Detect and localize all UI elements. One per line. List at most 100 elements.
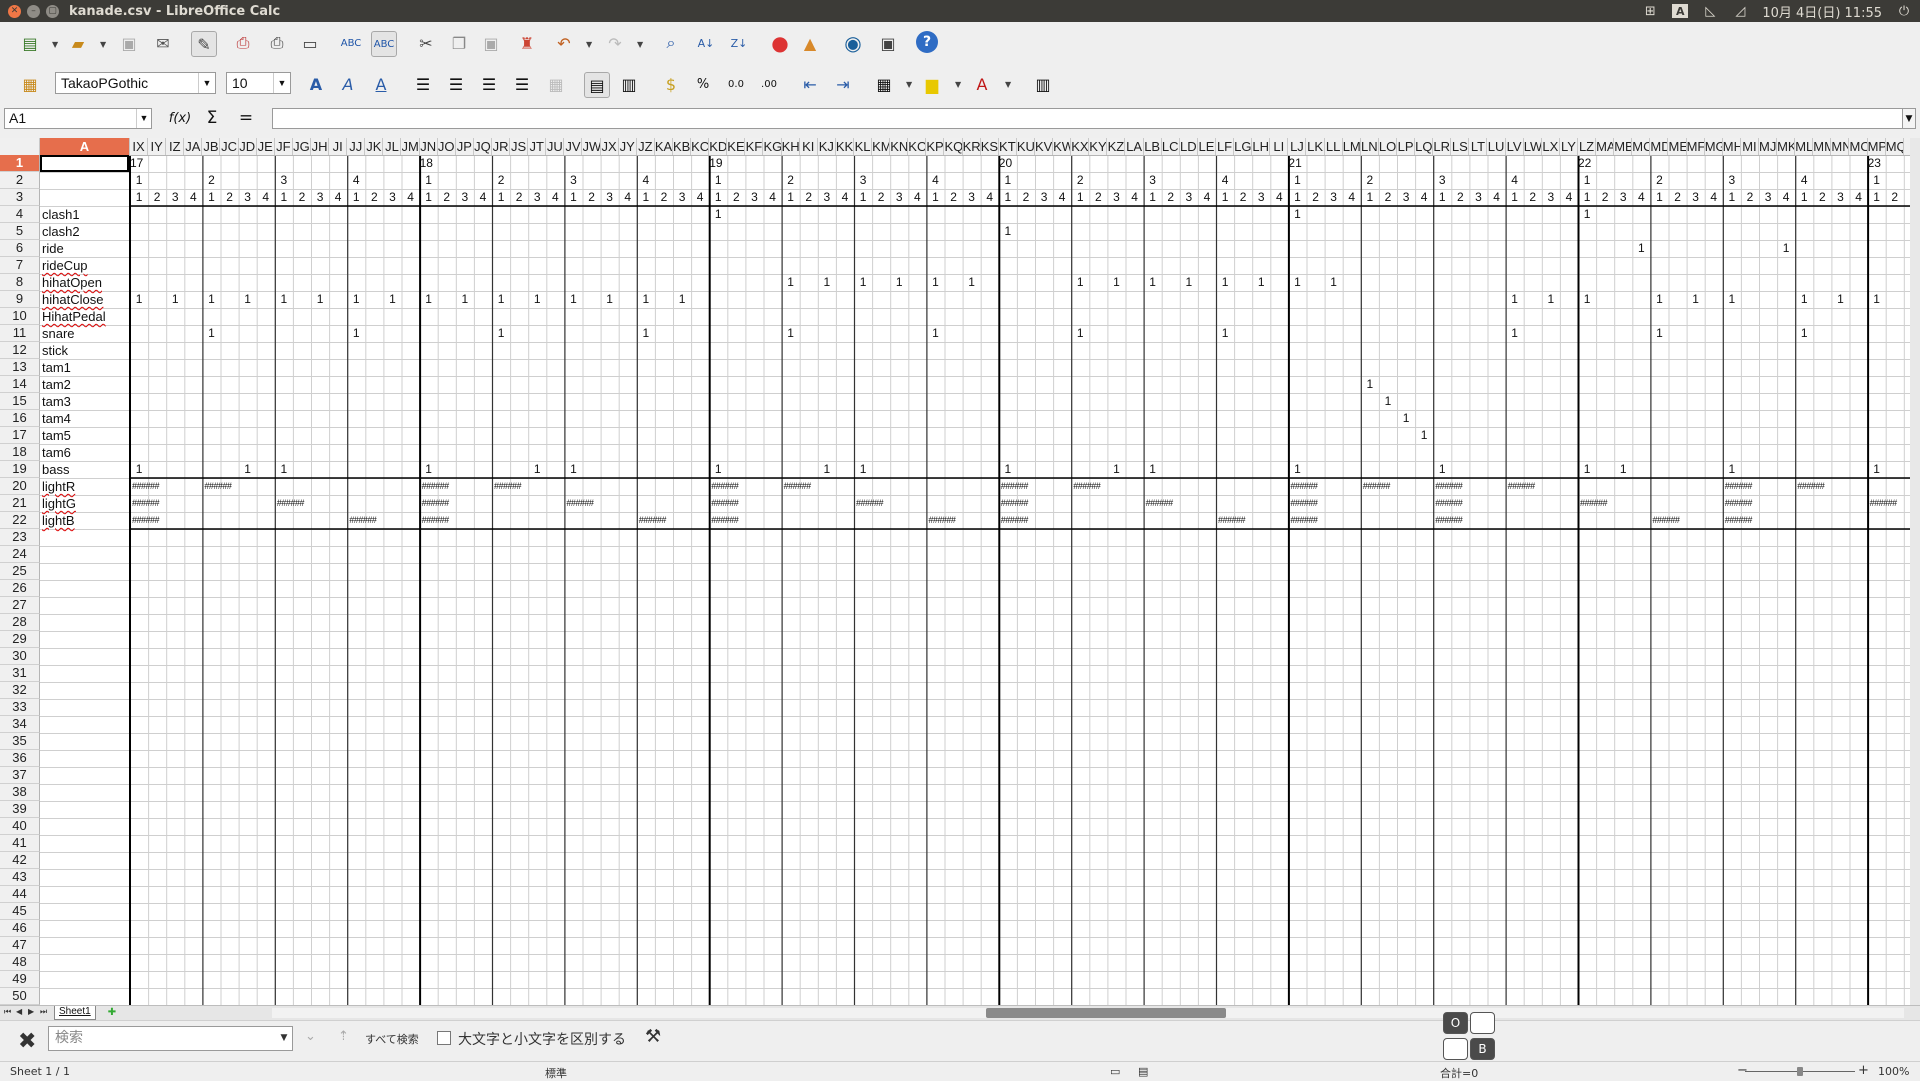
cell-value[interactable]: 17 [130,155,170,172]
open-folder-icon[interactable]: ▰ [66,31,90,55]
cell-value[interactable]: 1 [1379,393,1397,410]
row-header[interactable]: 16 [0,410,40,427]
light-cell-overflow[interactable]: ###### [711,512,739,529]
cell-value[interactable]: 2 [492,172,510,189]
zoom-in-icon[interactable]: + [1858,1063,1869,1078]
copy-icon[interactable]: ❐ [447,31,471,55]
edit-mode-icon[interactable]: ✎ [191,31,217,57]
cell-value[interactable]: 3 [528,189,546,206]
row-header[interactable]: 36 [0,750,40,767]
network-icon[interactable]: ◺ [1702,4,1718,19]
column-header[interactable]: JT [528,138,547,155]
clock[interactable]: 10月 4日(日) 11:55 [1762,2,1882,21]
cell-value[interactable]: 3 [1180,189,1198,206]
row-header[interactable]: 49 [0,971,40,988]
cell-value[interactable]: 1 [926,189,944,206]
column-header[interactable]: LG [1234,138,1253,155]
light-cell-overflow[interactable]: ###### [1797,478,1825,495]
row-header[interactable]: 10 [0,308,40,325]
cell-value[interactable]: 1 [1723,189,1741,206]
cell-value[interactable]: 1 [1288,206,1306,223]
column-header[interactable]: LI [1270,138,1289,155]
cell-value[interactable]: 1 [926,325,944,342]
row-header[interactable]: 20 [0,478,40,495]
row-header[interactable]: 18 [0,444,40,461]
add-sheet-icon[interactable]: ✚ [101,1006,123,1019]
email-icon[interactable]: ✉ [151,31,175,55]
column-header[interactable]: KT [999,138,1017,155]
row-header[interactable]: 21 [0,495,40,512]
cell-value[interactable]: 1 [239,461,257,478]
row-header[interactable]: 38 [0,784,40,801]
styles-icon[interactable]: ▦ [18,72,42,96]
cell-value[interactable]: 1 [1506,325,1524,342]
cell-value[interactable]: 4 [402,189,420,206]
column-header[interactable]: LW [1524,138,1542,155]
cell-value[interactable]: 4 [908,189,926,206]
cell-value[interactable]: 1 [202,189,220,206]
track-label[interactable]: tam1 [42,359,71,376]
row-header[interactable]: 5 [0,223,40,240]
cell-value[interactable]: 1 [1578,461,1596,478]
cell-value[interactable]: 3 [1397,189,1415,206]
row-header[interactable]: 39 [0,801,40,818]
column-header[interactable]: LX [1542,138,1560,155]
light-cell-overflow[interactable]: ###### [639,512,667,529]
column-header[interactable]: JK [365,138,384,155]
track-label[interactable]: clash1 [42,206,80,223]
horizontal-scrollbar[interactable] [272,1008,1904,1018]
light-cell-overflow[interactable]: ###### [422,478,450,495]
cell-value[interactable]: 4 [1343,189,1361,206]
light-cell-overflow[interactable]: ###### [132,512,160,529]
row-header[interactable]: 25 [0,563,40,580]
chevron-down-icon[interactable]: ▼ [136,109,151,128]
open-dropdown-icon[interactable]: ▼ [100,40,106,49]
cell-value[interactable]: 2 [1451,189,1469,206]
cell-value[interactable]: 3 [673,189,691,206]
help-icon[interactable]: ? [916,31,938,53]
track-label[interactable]: lightR [42,478,75,495]
cell-value[interactable]: 2 [221,189,239,206]
o-key[interactable]: O [1443,1012,1468,1034]
zoom-slider-knob[interactable] [1797,1067,1803,1076]
cell-value[interactable]: 2 [1089,189,1107,206]
row-header[interactable]: 48 [0,954,40,971]
cell-value[interactable]: 4 [1632,189,1650,206]
cell-value[interactable]: 1 [311,291,329,308]
cell-value[interactable]: 2 [438,189,456,206]
row-header[interactable]: 19 [0,461,40,478]
cell-value[interactable]: 1 [564,291,582,308]
row-header[interactable]: 7 [0,257,40,274]
background-color-icon[interactable]: ▆ [920,72,944,96]
track-label[interactable]: snare [42,325,75,342]
light-cell-overflow[interactable]: ###### [1508,478,1536,495]
column-header[interactable]: MH [1723,138,1741,155]
cell-value[interactable]: 1 [1071,189,1089,206]
row-header[interactable]: 46 [0,920,40,937]
row-header[interactable]: 50 [0,988,40,1005]
cell-value[interactable]: 1 [1723,461,1741,478]
cell-value[interactable]: 1 [420,172,438,189]
redo-icon[interactable]: ↷ [603,31,627,55]
sum-button[interactable]: Σ [200,108,224,128]
column-header[interactable]: JV [564,138,583,155]
cell-value[interactable]: 1 [854,274,872,291]
cell-value[interactable]: 1 [1868,189,1886,206]
cell-value[interactable]: 2 [1234,189,1252,206]
justify-icon[interactable]: ☰ [510,72,534,96]
cell-value[interactable]: 1 [528,291,546,308]
column-header[interactable]: LY [1560,138,1578,155]
cell-value[interactable]: 1 [1650,189,1668,206]
cell-value[interactable]: 4 [1488,189,1506,206]
paste-icon[interactable]: ▣ [479,31,503,55]
cell-value[interactable]: 1 [1795,189,1813,206]
track-label[interactable]: tam4 [42,410,71,427]
chevron-down-icon[interactable]: ▼ [276,1027,292,1050]
cell-value[interactable]: 2 [1596,189,1614,206]
cell-value[interactable]: 4 [1270,189,1288,206]
find-next-icon[interactable]: ⌄ [305,1029,316,1044]
bold-icon[interactable]: A [304,72,328,96]
column-header[interactable]: MA [1596,138,1615,155]
cell-value[interactable]: 1 [1506,291,1524,308]
autospellcheck-icon[interactable]: ABC [371,31,397,57]
